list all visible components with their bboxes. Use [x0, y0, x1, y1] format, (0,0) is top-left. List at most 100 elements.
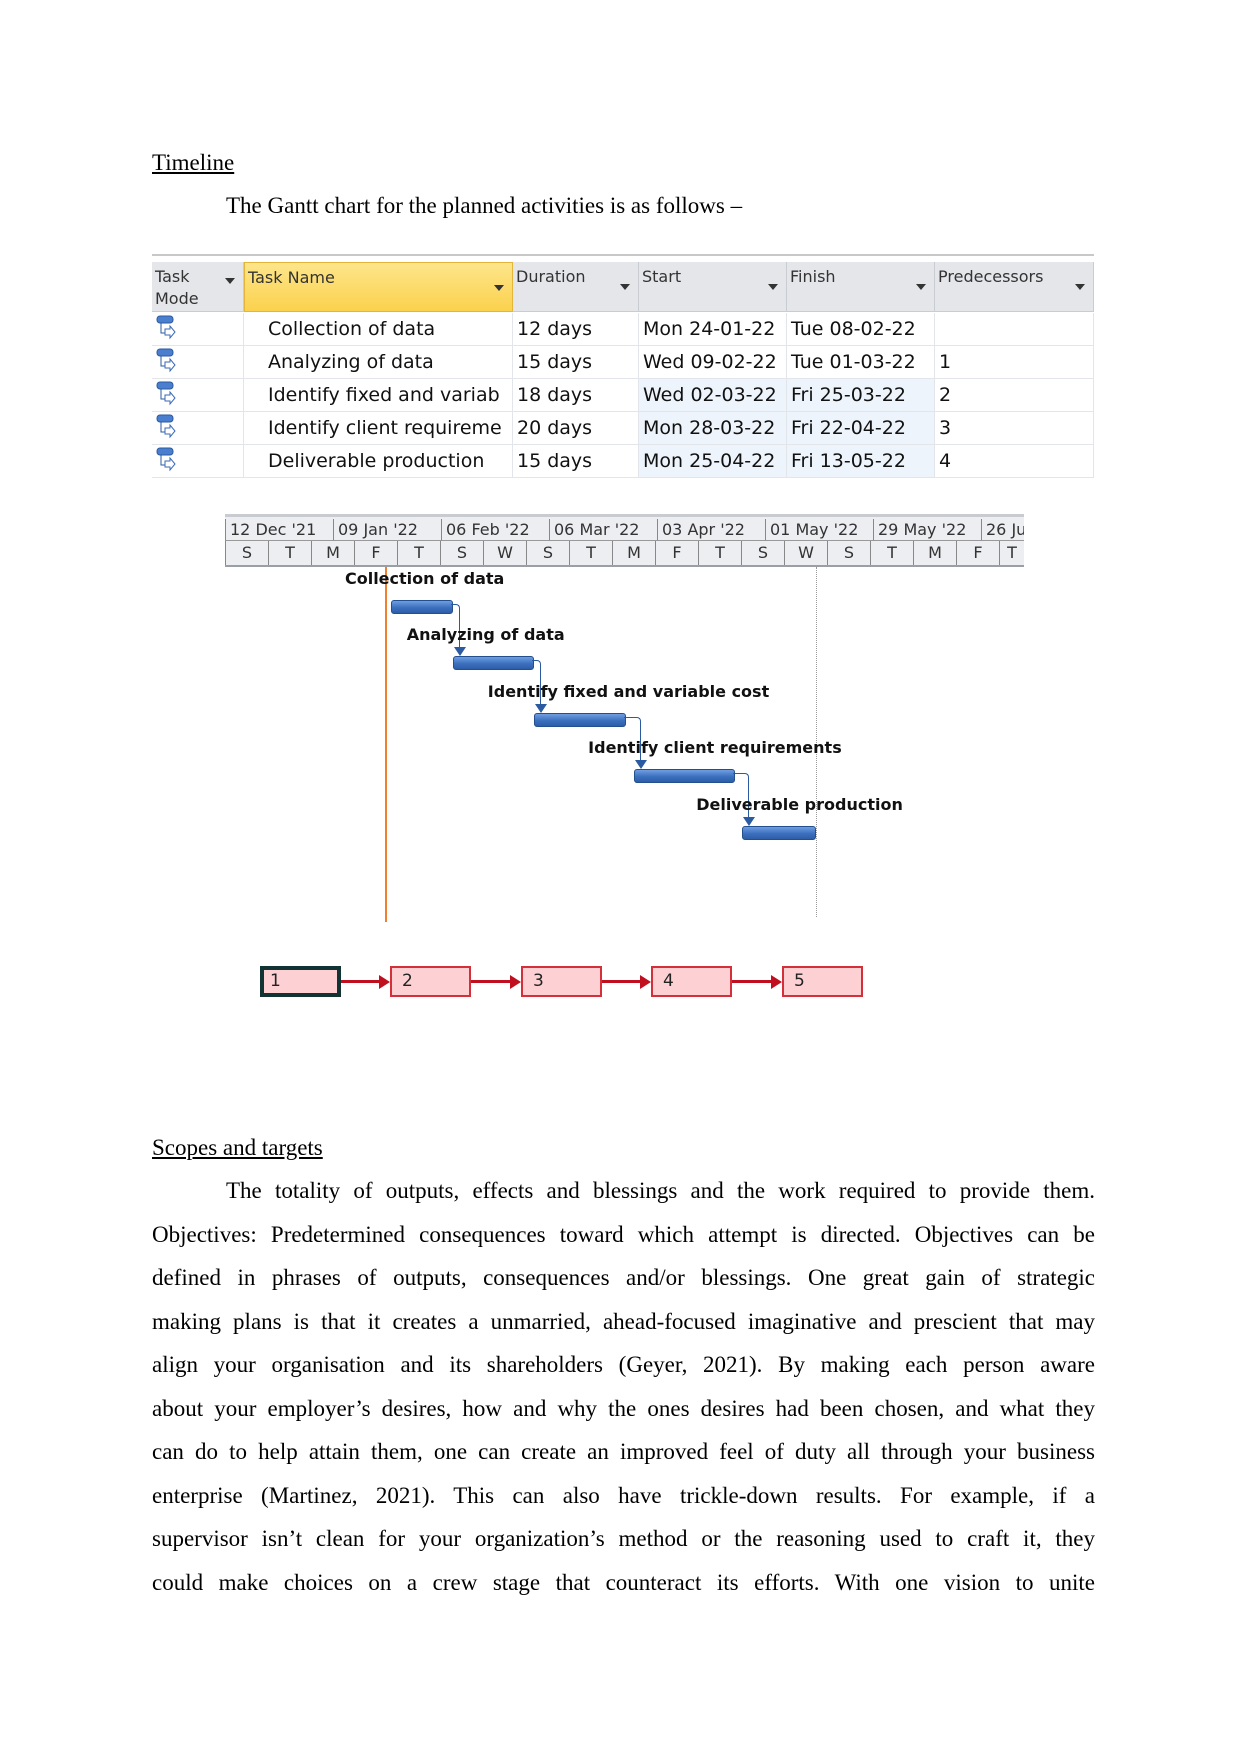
- cell-duration[interactable]: 15 days: [513, 445, 639, 478]
- dropdown-arrow-icon[interactable]: [916, 284, 926, 290]
- cell-finish[interactable]: Tue 01-03-22: [787, 346, 935, 379]
- timescale-minor: T: [569, 541, 612, 565]
- timescale-minor: F: [655, 541, 698, 565]
- cell-start[interactable]: Mon 25-04-22: [639, 445, 787, 478]
- task-bar[interactable]: [742, 826, 816, 840]
- timescale-minor: T: [397, 541, 440, 565]
- auto-scheduled-task-icon: [156, 381, 176, 406]
- cell-finish[interactable]: Tue 08-02-22: [787, 313, 935, 346]
- header-label: Task Name: [248, 268, 335, 287]
- dropdown-arrow-icon[interactable]: [494, 285, 504, 291]
- cell-finish[interactable]: Fri 25-03-22: [787, 379, 935, 412]
- dependency-arrow-icon: [534, 704, 547, 713]
- auto-scheduled-task-icon: [156, 348, 176, 373]
- cell-task-mode[interactable]: [152, 412, 244, 445]
- paragraph-line: supervisor isn’t clean for your organiza…: [152, 1526, 1095, 1551]
- cell-task-mode[interactable]: [152, 379, 244, 412]
- cell-duration[interactable]: 12 days: [513, 313, 639, 346]
- header-finish[interactable]: Finish: [787, 262, 935, 312]
- arrowhead-icon: [510, 975, 521, 989]
- dependency-link: [732, 773, 750, 819]
- cell-start[interactable]: Mon 24-01-22: [639, 313, 787, 346]
- timescale-major: 06 Mar '22: [549, 519, 657, 541]
- dependency-link: [624, 717, 642, 762]
- bar-label: Identify fixed and variable cost: [487, 682, 770, 701]
- timescale-header: [225, 514, 1024, 567]
- timescale-minor: W: [483, 541, 526, 565]
- cell-start[interactable]: Wed 09-02-22: [639, 346, 787, 379]
- header-task-name[interactable]: Task Name: [244, 262, 513, 312]
- network-node[interactable]: 4: [651, 966, 732, 997]
- cell-start[interactable]: Mon 28-03-22: [639, 412, 787, 445]
- cell-start[interactable]: Wed 02-03-22: [639, 379, 787, 412]
- cell-name[interactable]: Deliverable production: [244, 445, 513, 478]
- timescale-minor: S: [827, 541, 870, 565]
- dropdown-arrow-icon[interactable]: [768, 284, 778, 290]
- network-node[interactable]: 3: [521, 966, 602, 997]
- cell-duration[interactable]: 18 days: [513, 379, 639, 412]
- timescale-minor: F: [956, 541, 999, 565]
- arrowhead-icon: [771, 975, 782, 989]
- timescale-minor: T: [698, 541, 741, 565]
- network-connector: [602, 980, 641, 983]
- dropdown-arrow-icon[interactable]: [620, 284, 630, 290]
- auto-scheduled-task-icon: [156, 447, 176, 472]
- network-node[interactable]: 2: [390, 966, 471, 997]
- header-label: Mode: [155, 289, 199, 308]
- cell-duration[interactable]: 15 days: [513, 346, 639, 379]
- timescale-minor: S: [526, 541, 569, 565]
- cell-pred[interactable]: 3: [935, 412, 1094, 445]
- cell-pred[interactable]: 2: [935, 379, 1094, 412]
- timeline-intro: The Gantt chart for the planned activiti…: [226, 193, 743, 218]
- timescale-major: 29 May '22: [873, 519, 981, 541]
- header-duration[interactable]: Duration: [513, 262, 639, 312]
- timescale-minor: S: [440, 541, 483, 565]
- paragraph-line: enterprise (Martinez, 2021). This can al…: [152, 1482, 1095, 1508]
- task-bar[interactable]: [390, 600, 453, 614]
- header-predecessors[interactable]: Predecessors: [935, 262, 1094, 312]
- network-node[interactable]: 5: [782, 966, 863, 997]
- timescale-minor: M: [913, 541, 956, 565]
- dropdown-arrow-icon[interactable]: [1075, 284, 1085, 290]
- timescale-minor: T: [268, 541, 311, 565]
- cell-name[interactable]: Analyzing of data: [244, 346, 513, 379]
- timescale-minor: T: [999, 541, 1024, 565]
- cell-pred[interactable]: [935, 313, 1094, 346]
- cell-pred[interactable]: 1: [935, 346, 1094, 379]
- cell-duration[interactable]: 20 days: [513, 412, 639, 445]
- dependency-link: [531, 660, 541, 706]
- paragraph-line: about your employer’s desires, how and w…: [152, 1395, 1095, 1421]
- task-bar[interactable]: [533, 713, 627, 727]
- network-node[interactable]: 1: [260, 966, 341, 997]
- project-finish-line: [815, 567, 817, 917]
- cell-finish[interactable]: Fri 22-04-22: [787, 412, 935, 445]
- cell-task-mode[interactable]: [152, 346, 244, 379]
- cell-name[interactable]: Collection of data: [244, 313, 513, 346]
- dropdown-arrow-icon[interactable]: [225, 278, 235, 284]
- cell-name[interactable]: Identify fixed and variab: [244, 379, 513, 412]
- header-start[interactable]: Start: [639, 262, 787, 312]
- arrowhead-icon: [379, 975, 390, 989]
- timescale-major: 26 Ju: [981, 519, 1024, 541]
- network-connector: [732, 980, 772, 983]
- cell-finish[interactable]: Fri 13-05-22: [787, 445, 935, 478]
- cell-name[interactable]: Identify client requireme: [244, 412, 513, 445]
- paragraph-line: can do to help attain them, one can crea…: [152, 1439, 1095, 1464]
- paragraph-line: Objectives: Predetermined consequences t…: [152, 1221, 1095, 1247]
- paragraph-line: making plans is that it creates a unmarr…: [152, 1308, 1095, 1334]
- task-table: Task Mode Task Name Duration Start Finis…: [152, 254, 1094, 482]
- task-bar[interactable]: [452, 656, 534, 670]
- header-label: Predecessors: [938, 267, 1044, 286]
- cell-pred[interactable]: 4: [935, 445, 1094, 478]
- cell-task-mode[interactable]: [152, 313, 244, 346]
- header-label: Finish: [790, 267, 836, 286]
- task-bar[interactable]: [634, 769, 735, 783]
- paragraph-line: The totality of outputs, effects and ble…: [226, 1178, 1095, 1203]
- auto-scheduled-task-icon: [156, 315, 176, 340]
- paragraph-line: align your organisation and its sharehol…: [152, 1352, 1095, 1377]
- cell-task-mode[interactable]: [152, 445, 244, 478]
- header-task-mode[interactable]: Task Mode: [152, 262, 244, 312]
- network-connector: [471, 980, 511, 983]
- timescale-minor: S: [741, 541, 784, 565]
- bar-label: Deliverable production: [696, 795, 903, 814]
